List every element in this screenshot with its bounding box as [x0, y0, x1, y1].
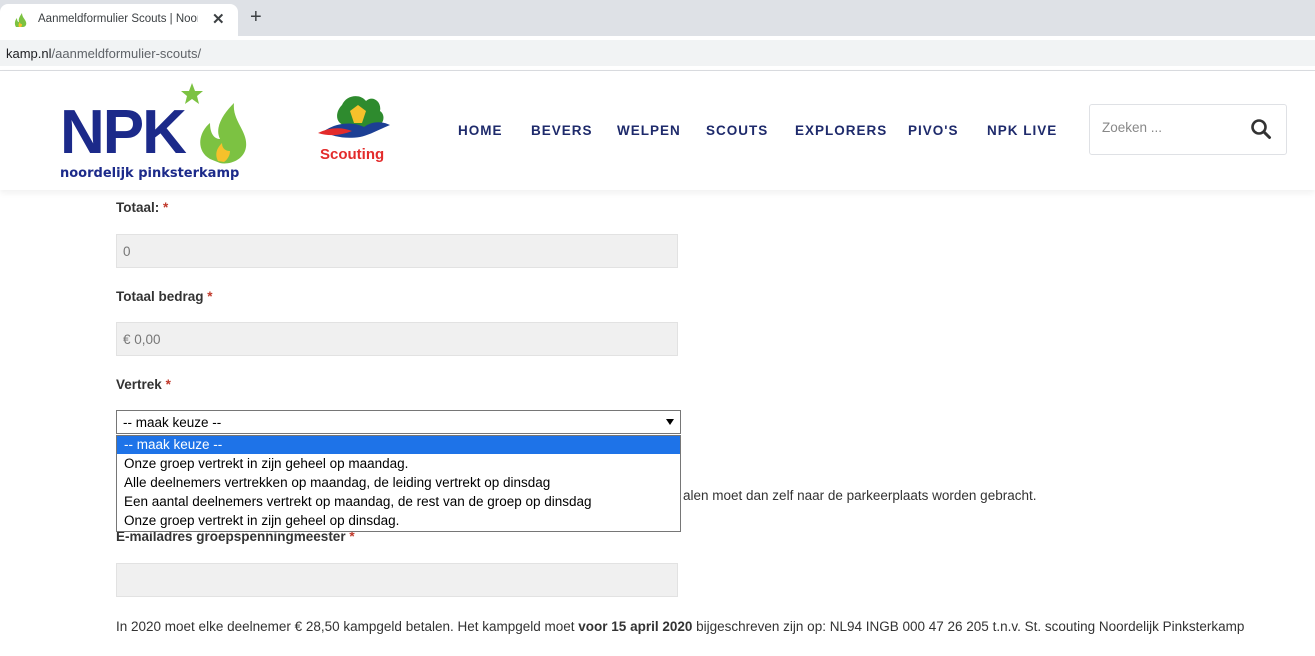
vertrek-option-label: Een aantal deelnemers vertrekt op maanda… — [124, 494, 592, 509]
vertrek-option-label: -- maak keuze -- — [124, 437, 223, 452]
required-mark: * — [163, 200, 169, 215]
npk-logo[interactable]: NPK noordelijk pinksterkamp — [60, 81, 260, 181]
totaal-bedrag-label: Totaal bedrag * — [116, 289, 213, 304]
vertrek-option-label: Onze groep vertrekt in zijn geheel op di… — [124, 513, 400, 528]
vertrek-option[interactable]: Onze groep vertrekt in zijn geheel op di… — [117, 512, 680, 530]
vertrek-option-label: Onze groep vertrekt in zijn geheel op ma… — [124, 456, 409, 471]
browser-tab[interactable]: Aanmeldformulier Scouts | Noord ✕ — [0, 4, 238, 36]
search-placeholder: Zoeken ... — [1102, 120, 1163, 135]
vertrek-dropdown-list: -- maak keuze -- Onze groep vertrekt in … — [116, 435, 681, 532]
required-mark: * — [207, 289, 213, 304]
nav-scouts[interactable]: SCOUTS — [706, 123, 768, 138]
info-text-after: bijgeschreven zijn op: NL94 INGB 000 47 … — [692, 619, 1245, 634]
nav-home[interactable]: HOME — [458, 123, 503, 138]
dropdown-arrow-icon — [666, 419, 674, 425]
flame-favicon-icon — [14, 13, 27, 27]
vertrek-select[interactable]: -- maak keuze -- — [116, 410, 681, 434]
url-domain: kamp.nl — [6, 46, 52, 61]
tab-close-icon[interactable]: ✕ — [212, 10, 225, 28]
vertrek-option[interactable]: Een aantal deelnemers vertrekt op maanda… — [117, 493, 680, 511]
totaal-label: Totaal: * — [116, 200, 168, 215]
totaal-value: 0 — [123, 244, 131, 259]
address-bar: kamp.nl/aanmeldformulier-scouts/ — [0, 36, 1315, 71]
totaal-bedrag-value: € 0,00 — [123, 332, 161, 347]
vertrek-label-text: Vertrek — [116, 377, 162, 392]
nav-pivos[interactable]: PIVO'S — [908, 123, 958, 138]
scouting-logo-text: Scouting — [320, 146, 384, 163]
nav-explorers[interactable]: EXPLORERS — [795, 123, 887, 138]
parking-hint-text: alen moet dan zelf naar de parkeerplaats… — [683, 488, 1037, 503]
url-path: /aanmeldformulier-scouts/ — [51, 46, 202, 61]
search-icon[interactable] — [1250, 118, 1272, 140]
totaal-field[interactable]: 0 — [116, 234, 678, 268]
vertrek-option-label: Alle deelnemers vertrekken op maandag, d… — [124, 475, 551, 490]
npk-logo-subtext: noordelijk pinksterkamp — [60, 166, 239, 181]
site-header: NPK noordelijk pinksterkamp Scouting HOM… — [0, 71, 1315, 190]
new-tab-button[interactable]: + — [250, 6, 262, 29]
vertrek-option[interactable]: Alle deelnemers vertrekken op maandag, d… — [117, 474, 680, 492]
svg-text:NPK: NPK — [60, 98, 187, 167]
required-mark: * — [165, 377, 171, 392]
info-text-before: In 2020 moet elke deelnemer € 28,50 kamp… — [116, 619, 579, 634]
vertrek-selected-value: -- maak keuze -- — [123, 415, 222, 430]
vertrek-option[interactable]: Onze groep vertrekt in zijn geheel op ma… — [117, 455, 680, 473]
nav-bevers[interactable]: BEVERS — [531, 123, 593, 138]
browser-tab-bar: Aanmeldformulier Scouts | Noord ✕ + — [0, 0, 1315, 36]
info-deadline: voor 15 april 2020 — [578, 619, 693, 634]
vertrek-label: Vertrek * — [116, 377, 171, 392]
vertrek-option[interactable]: -- maak keuze -- — [117, 436, 680, 454]
url-text[interactable]: kamp.nl/aanmeldformulier-scouts/ — [6, 46, 201, 61]
totaal-label-text: Totaal: — [116, 200, 160, 215]
email-field[interactable] — [116, 563, 678, 597]
kampgeld-info-text: In 2020 moet elke deelnemer € 28,50 kamp… — [116, 616, 1276, 638]
nav-npk-live[interactable]: NPK LIVE — [987, 123, 1057, 138]
tab-title: Aanmeldformulier Scouts | Noord — [38, 13, 198, 25]
totaal-bedrag-label-text: Totaal bedrag — [116, 289, 204, 304]
search-box[interactable]: Zoeken ... — [1089, 104, 1287, 155]
nav-welpen[interactable]: WELPEN — [617, 123, 681, 138]
scouting-logo[interactable]: Scouting — [316, 91, 396, 167]
totaal-bedrag-field[interactable]: € 0,00 — [116, 322, 678, 356]
